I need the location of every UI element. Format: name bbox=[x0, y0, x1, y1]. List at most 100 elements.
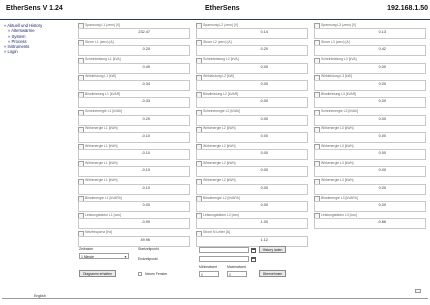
measurement-cell: Scheinenergie L3 [kVAh] 0.00 bbox=[314, 109, 426, 127]
measurement-value: 0.00 bbox=[260, 133, 268, 138]
measurement-value: 0.00 bbox=[260, 203, 268, 207]
show-chart-button[interactable]: Diagramm erhalten bbox=[79, 270, 116, 277]
measurement-value: -0.33 bbox=[141, 99, 150, 104]
sidebar-nav: » Aktuell und History » Alterswärme » Sy… bbox=[4, 23, 74, 55]
measurement-label: Blindenergie L3 [kVARh] bbox=[321, 195, 358, 200]
scroll-handle[interactable] bbox=[415, 289, 421, 293]
value-field bbox=[314, 166, 426, 178]
measurement-cell: Leistungsfaktor L1 [cos] -0.90 bbox=[78, 212, 190, 230]
value-field bbox=[314, 201, 426, 212]
measurement-cell: Wirkenergie L3 [kWh] 0.00 bbox=[314, 126, 426, 144]
interval-label: Zeitraster bbox=[79, 247, 94, 251]
value-field bbox=[196, 97, 308, 109]
value-field bbox=[78, 97, 190, 109]
end-time-input[interactable] bbox=[199, 256, 249, 262]
measurement-cell: Wirkenergie L3 [kWh] 0.00 bbox=[314, 178, 426, 196]
nav-item-login[interactable]: » Login bbox=[4, 49, 74, 54]
measurement-value: 0.00 bbox=[378, 151, 386, 156]
measurement-value: 0.00 bbox=[260, 185, 268, 190]
measurement-label: Scheinleistung L2 [kVA] bbox=[203, 57, 239, 62]
measurement-cell: Blindleistung L1 [kVAR] -0.33 bbox=[78, 91, 190, 109]
value-field bbox=[78, 149, 190, 161]
measurement-cell: Strom L3 (zero) [A] 0.42 bbox=[314, 39, 426, 57]
value-field bbox=[314, 28, 426, 39]
measurement-value: -0.90 bbox=[141, 220, 150, 225]
value-field bbox=[196, 131, 308, 143]
value-field bbox=[196, 201, 308, 212]
interval-select[interactable]: 1 Minute ▼ bbox=[79, 253, 129, 259]
measurement-value: 0.20 bbox=[142, 47, 150, 52]
apply-button[interactable]: Übernehmen bbox=[259, 270, 286, 277]
start-time-input[interactable] bbox=[199, 247, 249, 253]
value-field bbox=[196, 45, 308, 57]
measurement-value: -0.00 bbox=[259, 99, 268, 104]
measurement-value: 0.00 bbox=[378, 116, 386, 121]
value-field bbox=[196, 62, 308, 74]
measurement-cell: Wirkleistung L1 [kW] -0.34 bbox=[78, 74, 190, 92]
measurement-cell: Spannung L1 (zero) [V] 232.47 bbox=[78, 22, 190, 40]
measurement-label: Spannung L1 (zero) [V] bbox=[85, 22, 121, 27]
measurement-value: 0.13 bbox=[378, 30, 386, 34]
max-value-input[interactable]: 0 bbox=[227, 271, 247, 277]
measurement-label: Wirkenergie L1 [kWh] bbox=[85, 126, 118, 131]
measurement-label: Wirkenergie L1 [kWh] bbox=[85, 178, 118, 183]
measurement-label: Spannung L3 (zero) [V] bbox=[321, 22, 357, 27]
measurement-cell: Blindenergie L2 [kVARh] 0.00 bbox=[196, 195, 308, 213]
interval-value: 1 Minute bbox=[81, 255, 95, 259]
new-window-checkbox[interactable] bbox=[138, 272, 142, 276]
measurement-value: 0.20 bbox=[142, 116, 150, 121]
measurement-value: 0.00 bbox=[260, 116, 268, 121]
chevron-down-icon: ▼ bbox=[124, 255, 127, 259]
value-field bbox=[314, 183, 426, 195]
measurement-cell: Spannung L3 (zero) [V] 0.13 bbox=[314, 22, 426, 40]
measurement-cell: Strom N Leiter [A] 1.12 bbox=[196, 230, 308, 248]
measurement-cell: Leistungsfaktor L2 [cos] 1.00 bbox=[196, 212, 308, 230]
measurement-label: Wirkenergie L3 [kWh] bbox=[321, 160, 354, 165]
calendar-icon[interactable] bbox=[251, 256, 256, 262]
measurement-cell: Scheinenergie L2 [kVAh] 0.00 bbox=[196, 109, 308, 127]
min-value-input[interactable]: 0 bbox=[199, 271, 219, 277]
measurement-value: 0.20 bbox=[260, 47, 268, 52]
measurement-label: Strom L3 (zero) [A] bbox=[321, 39, 350, 44]
measurement-label: Scheinenergie L1 [kVAh] bbox=[85, 109, 123, 113]
measurement-cell: Wirkenergie L2 [kWh] 0.00 bbox=[196, 160, 308, 178]
measurement-cell: Wirkenergie L1 [kWh] -0.10 bbox=[78, 143, 190, 161]
measurement-value: 0.00 bbox=[378, 185, 386, 190]
value-field bbox=[78, 114, 190, 126]
measurement-label: Leistungsfaktor L2 [cos] bbox=[203, 212, 239, 217]
app-title: EtherSens V 1.24 bbox=[6, 5, 63, 12]
measurement-value: 49.96 bbox=[140, 237, 150, 242]
measurement-label: Scheinleistung L3 [kVA] bbox=[321, 57, 357, 62]
value-field bbox=[78, 45, 190, 57]
measurement-label: Wirkenergie L2 [kWh] bbox=[203, 160, 236, 165]
measurement-value: 1.00 bbox=[260, 220, 268, 225]
calendar-icon[interactable] bbox=[251, 247, 256, 253]
measurement-label: Leistungsfaktor L1 [cos] bbox=[85, 212, 121, 217]
measurement-label: Wirkenergie L2 [kWh] bbox=[203, 143, 236, 148]
measurement-label: Wirkenergie L3 [kWh] bbox=[321, 126, 354, 131]
measurement-cell: Wirkleistung L3 [kW] 0.00 bbox=[314, 74, 426, 92]
measurement-cell: Wirkenergie L2 [kWh] 0.00 bbox=[196, 126, 308, 144]
load-history-button[interactable]: History laden bbox=[259, 246, 286, 253]
page-title: EtherSens bbox=[205, 5, 240, 12]
measurement-value: 0.00 bbox=[142, 203, 150, 207]
language-link[interactable]: English bbox=[34, 294, 46, 298]
value-field bbox=[196, 28, 308, 39]
measurement-label: Blindenergie L1 [kVARh] bbox=[85, 195, 122, 200]
new-window-label: Neues Fenster bbox=[145, 272, 168, 276]
measurement-label: Netzfrequenz [Hz] bbox=[85, 230, 113, 235]
footer-divider bbox=[2, 298, 428, 299]
value-field bbox=[78, 183, 190, 195]
measurement-value: 0.49 bbox=[142, 64, 150, 69]
measurement-value: 0.00 bbox=[378, 64, 386, 69]
measurement-label: Scheinleistung L1 [kVA] bbox=[85, 57, 121, 62]
measurement-cell: Wirkleistung L2 [kW] 0.00 bbox=[196, 74, 308, 92]
measurement-value: 0.00 bbox=[260, 81, 268, 86]
measurement-cell: Blindenergie L1 [kVARh] 0.00 bbox=[78, 195, 190, 213]
value-field bbox=[314, 131, 426, 143]
value-field bbox=[196, 79, 308, 91]
value-field bbox=[196, 114, 308, 126]
value-field bbox=[78, 166, 190, 178]
measurement-cell: Wirkenergie L1 [kWh] -0.10 bbox=[78, 178, 190, 196]
start-label: Startzeitpunkt bbox=[138, 247, 159, 251]
